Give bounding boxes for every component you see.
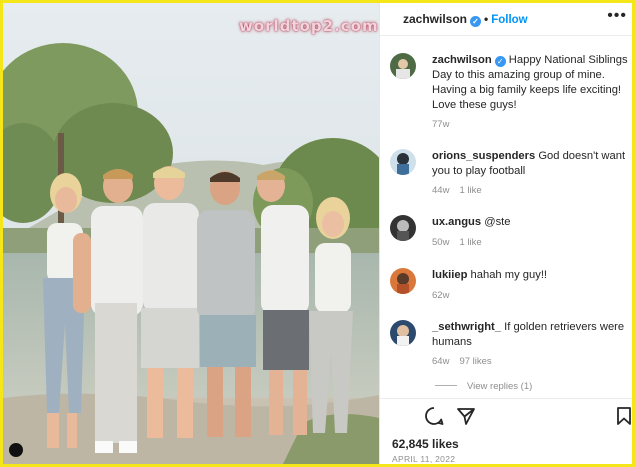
more-options-icon[interactable]: •••	[607, 7, 627, 25]
comment-body: @ste	[484, 216, 511, 228]
post-date: APRIL 11, 2022	[392, 454, 456, 464]
comment-avatar[interactable]	[390, 215, 416, 241]
post-photo[interactable]: worldtop2.com	[3, 3, 379, 464]
share-icon[interactable]	[456, 406, 476, 426]
caption-verified-icon: ✓	[494, 56, 506, 67]
post-header: zachwilson ✓ • Follow •••	[380, 3, 632, 36]
view-replies-label[interactable]: View replies (1)	[467, 381, 532, 392]
comment-username[interactable]: orions_suspenders	[432, 150, 535, 162]
comment-meta: 50w 1 like	[432, 237, 492, 248]
comment-likes[interactable]: 97 likes	[459, 356, 491, 367]
comment-text: orions_suspenders God doesn't want you t…	[432, 149, 632, 179]
caption-meta: 77w	[432, 119, 459, 130]
post-actions: 62,845 likes APRIL 11, 2022	[380, 398, 632, 464]
caption-username[interactable]: zachwilson	[432, 54, 492, 66]
separator-dot: •	[484, 12, 489, 26]
likes-count[interactable]: 62,845 likes	[392, 437, 459, 451]
comment-avatar[interactable]	[390, 320, 416, 346]
header-username[interactable]: zachwilson	[403, 12, 467, 26]
watermark-text: worldtop2.com	[239, 17, 379, 35]
siblings-photo-illustration	[3, 3, 379, 464]
comment-text: ux.angus @ste	[432, 215, 632, 230]
post-sidebar: zachwilson ✓ • Follow ••• zachwilson ✓ Happy…	[379, 3, 632, 464]
comment-username[interactable]: lukiiep	[432, 269, 467, 281]
comment-time: 50w	[432, 237, 450, 248]
comment-text: _sethwright_ If golden retrievers were h…	[432, 320, 632, 350]
instagram-post-frame: worldtop2.com zachwilson ✓ • Follow ••• zac…	[3, 3, 632, 464]
view-replies-link[interactable]: View replies (1)	[435, 381, 532, 392]
caption-text: zachwilson ✓ Happy National Siblings Day …	[432, 53, 632, 113]
comment-time: 44w	[432, 185, 450, 196]
caption-avatar[interactable]	[390, 53, 416, 79]
caption-time: 77w	[432, 119, 450, 130]
header-username-row: zachwilson ✓ • Follow	[403, 12, 528, 27]
bookmark-icon[interactable]	[616, 406, 632, 426]
comment-likes[interactable]: 1 like	[459, 185, 481, 196]
profile-corner-icon	[9, 443, 23, 457]
comment-meta: 62w	[432, 290, 459, 301]
comment-body: hahah my guy!!	[470, 269, 548, 281]
follow-button[interactable]: Follow	[491, 14, 527, 26]
comment-avatar[interactable]	[390, 149, 416, 175]
comment-likes[interactable]: 1 like	[459, 237, 481, 248]
comment-icon[interactable]	[424, 406, 444, 426]
verified-badge-icon: ✓	[470, 16, 482, 27]
comment-meta: 44w 1 like	[432, 185, 492, 196]
comment-avatar[interactable]	[390, 268, 416, 294]
comment-time: 64w	[432, 356, 450, 367]
comment-username[interactable]: _sethwright_	[432, 321, 501, 333]
comment-username[interactable]: ux.angus	[432, 216, 481, 228]
comment-time: 62w	[432, 290, 450, 301]
comment-text: lukiiep hahah my guy!!	[432, 268, 632, 283]
comment-meta: 64w 97 likes	[432, 356, 502, 367]
header-avatar[interactable]	[380, 8, 400, 28]
replies-line	[435, 385, 457, 386]
